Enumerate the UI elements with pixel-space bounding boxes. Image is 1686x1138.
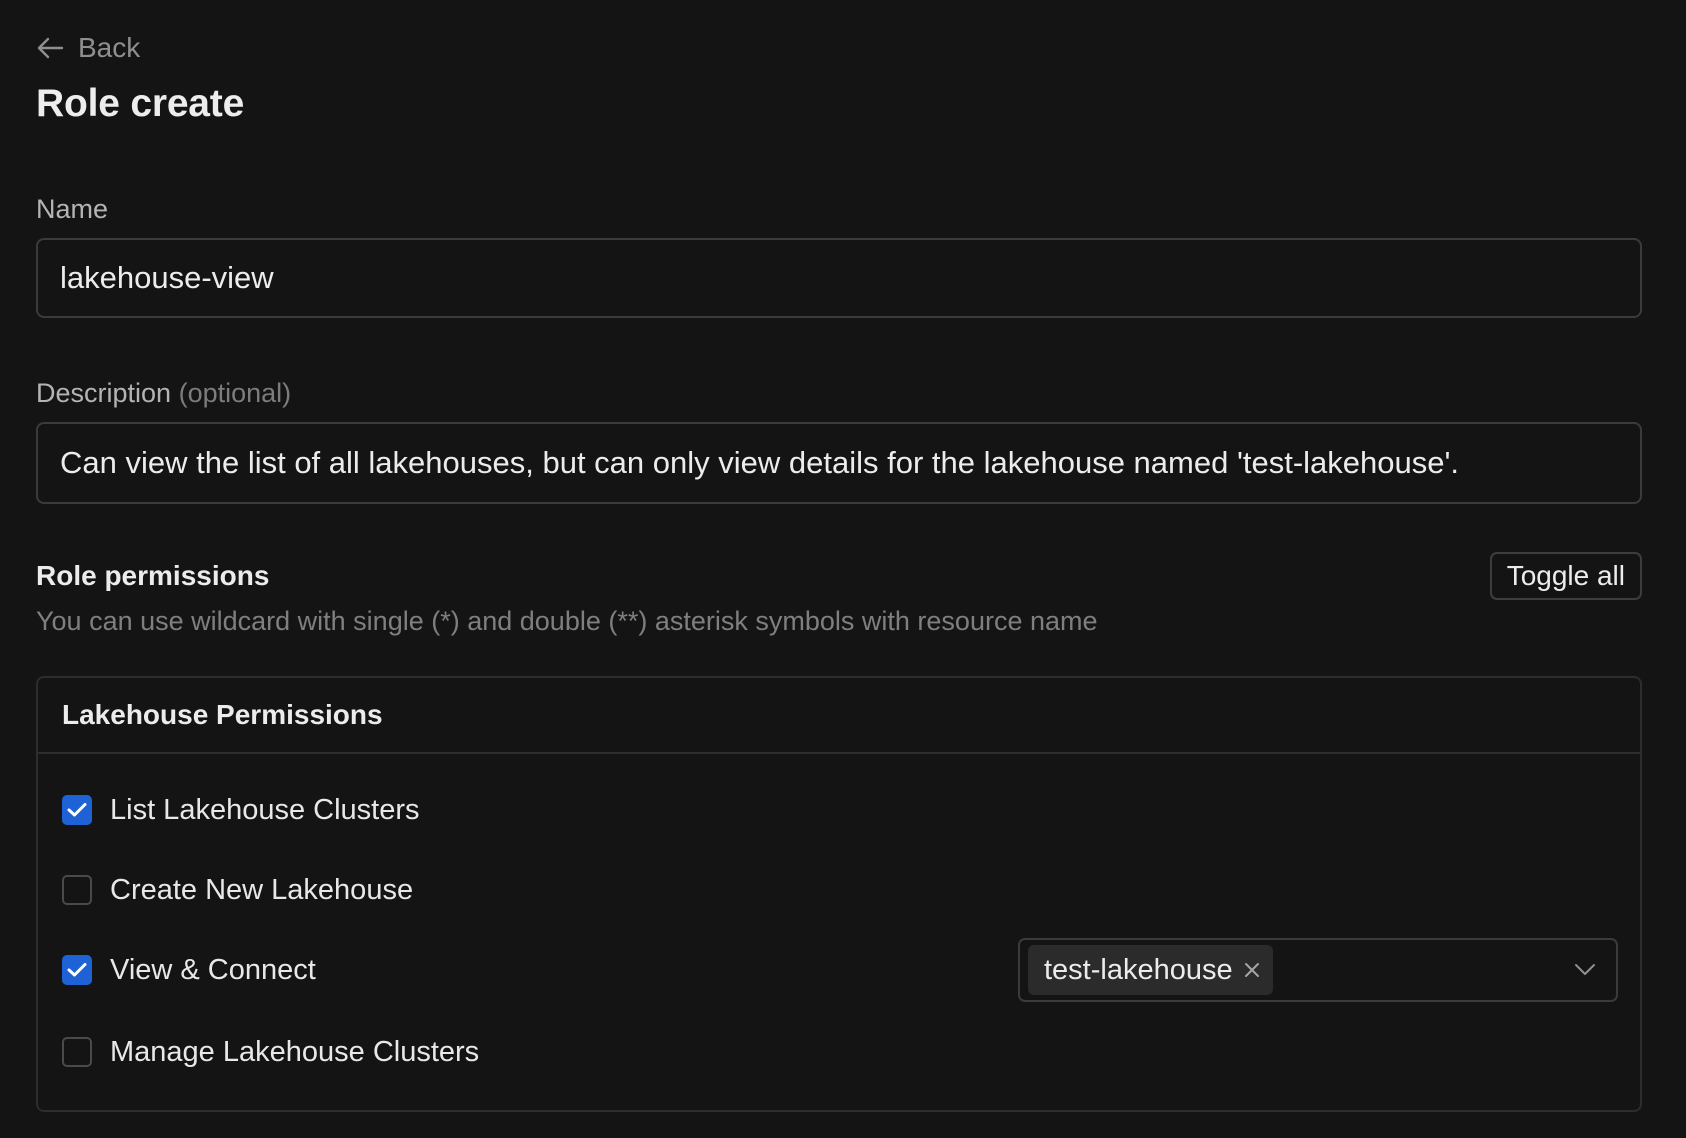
lakehouse-permissions-title: Lakehouse Permissions: [38, 678, 1640, 754]
permission-label: Create New Lakehouse: [110, 873, 414, 906]
back-label: Back: [78, 32, 141, 63]
permission-create-new-lakehouse[interactable]: Create New Lakehouse: [62, 870, 413, 910]
permission-manage-lakehouse-clusters[interactable]: Manage Lakehouse Clusters: [62, 1032, 479, 1072]
role-permissions-title: Role permissions: [36, 560, 270, 591]
view-connect-resource-select[interactable]: test-lakehouse: [1018, 938, 1618, 1002]
permission-label: Manage Lakehouse Clusters: [110, 1035, 480, 1068]
chevron-down-icon[interactable]: [1574, 963, 1596, 977]
back-link[interactable]: Back: [36, 30, 140, 66]
resource-tag-label: test-lakehouse: [1044, 953, 1233, 986]
permission-label: List Lakehouse Clusters: [110, 793, 420, 826]
lakehouse-permissions-card: Lakehouse Permissions List Lakehouse Clu…: [36, 676, 1642, 1112]
list-lakehouse-clusters-checkbox[interactable]: [62, 795, 92, 825]
description-input[interactable]: [36, 422, 1642, 504]
check-icon: [67, 803, 87, 817]
view-connect-checkbox[interactable]: [62, 955, 92, 985]
description-label-text: Description: [36, 378, 172, 408]
create-new-lakehouse-checkbox[interactable]: [62, 875, 92, 905]
manage-lakehouse-clusters-checkbox[interactable]: [62, 1037, 92, 1067]
permission-view-connect[interactable]: View & Connect: [62, 950, 316, 990]
name-label: Name: [36, 194, 109, 224]
check-icon: [67, 963, 87, 977]
page-title: Role create: [36, 82, 245, 125]
permission-label: View & Connect: [110, 953, 316, 986]
name-input[interactable]: [36, 238, 1642, 318]
role-permissions-hint: You can use wildcard with single (*) and…: [36, 606, 1098, 636]
toggle-all-button[interactable]: Toggle all: [1489, 552, 1642, 600]
resource-tag: test-lakehouse: [1028, 945, 1273, 995]
close-icon[interactable]: [1243, 961, 1261, 979]
optional-label: (optional): [178, 378, 292, 408]
description-label: Description (optional): [36, 378, 291, 409]
permission-list-lakehouse-clusters[interactable]: List Lakehouse Clusters: [62, 790, 420, 830]
arrow-left-icon: [36, 36, 64, 60]
